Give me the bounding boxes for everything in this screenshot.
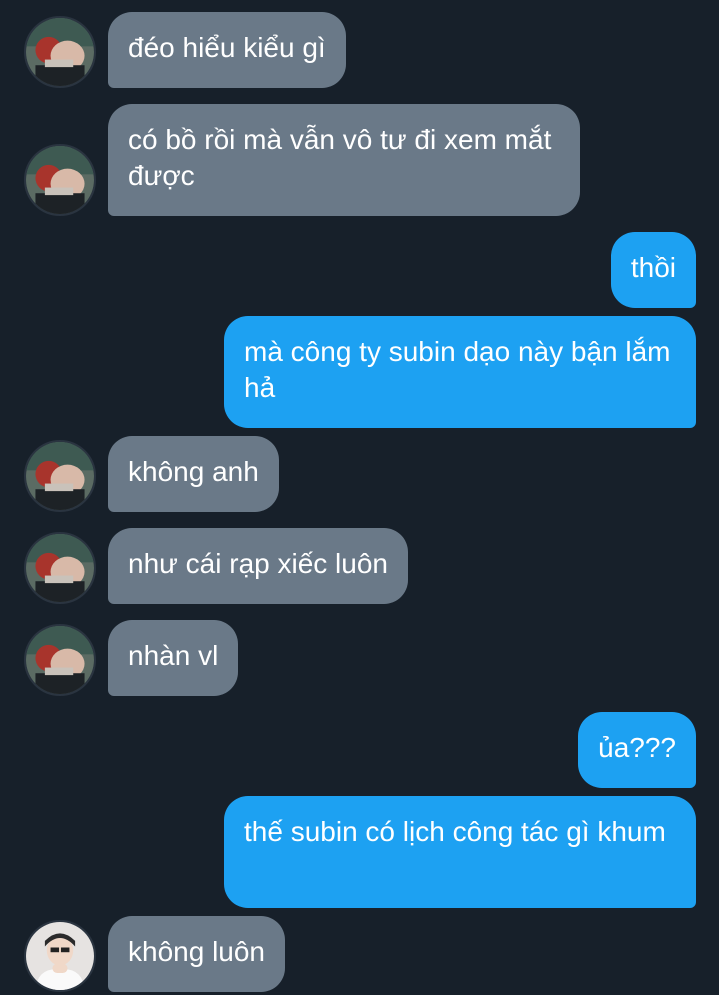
outgoing-message-bubble[interactable]: thồi [610,232,696,308]
avatar-them-icon[interactable] [24,440,96,512]
outgoing-message-bubble[interactable]: mà công ty subin dạo này bận lắm hả [224,316,696,428]
incoming-message-bubble[interactable]: như cái rạp xiếc luôn [108,528,408,604]
outgoing-message-bubble[interactable]: ủa??? [578,712,696,788]
chat-thread: đéo hiểu kiểu gì có bồ rồi mà vẫn vô tư … [0,0,719,995]
avatar-them-icon[interactable] [24,532,96,604]
avatar-them-icon[interactable] [24,624,96,696]
avatar-them-icon[interactable] [24,144,96,216]
incoming-message-bubble[interactable]: có bồ rồi mà vẫn vô tư đi xem mắt được [108,104,580,216]
avatar-them-icon[interactable] [24,16,96,88]
incoming-message-bubble[interactable]: đéo hiểu kiểu gì [108,12,346,88]
outgoing-message-bubble[interactable]: thế subin có lịch công tác gì khum [224,796,696,908]
avatar-other-icon[interactable] [24,920,96,992]
incoming-message-bubble[interactable]: nhàn vl [108,620,239,696]
incoming-message-bubble[interactable]: không luôn [108,916,286,992]
incoming-message-bubble[interactable]: không anh [108,436,279,512]
